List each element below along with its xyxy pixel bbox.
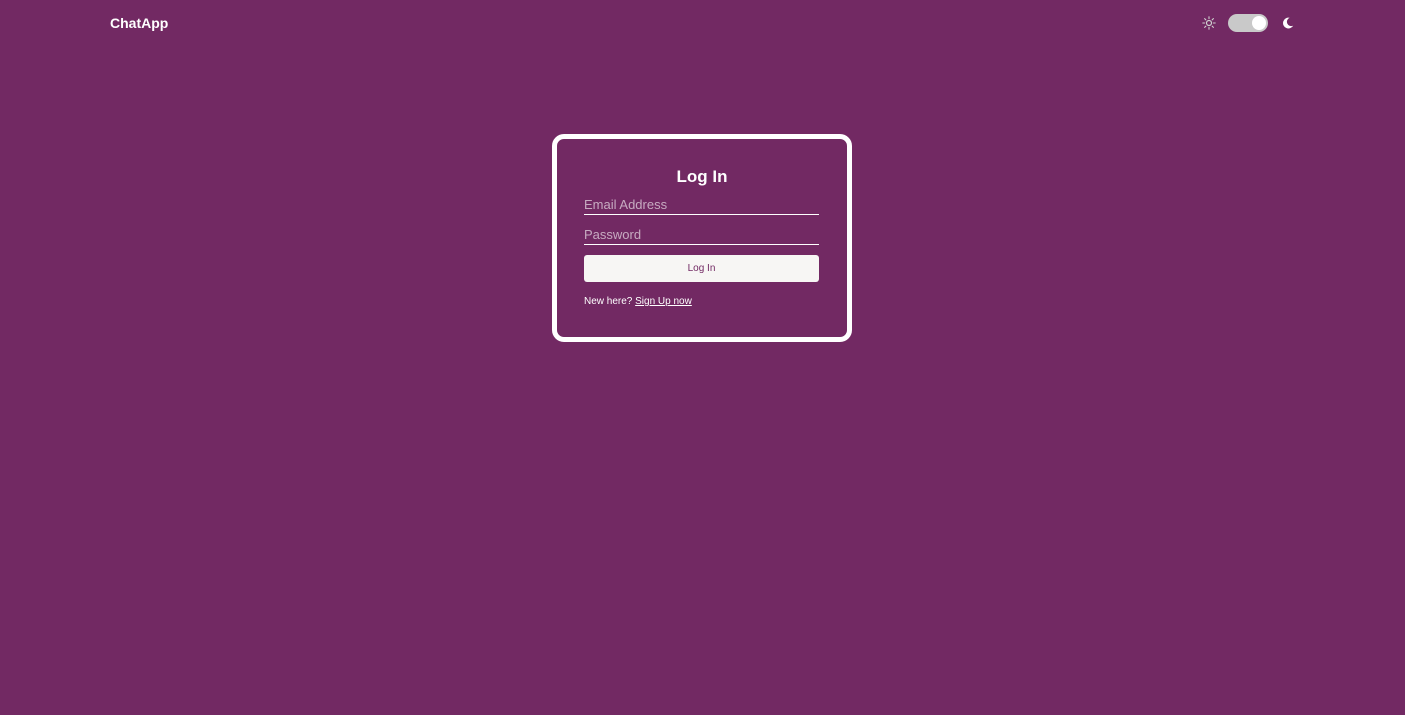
theme-toggle-group — [1198, 11, 1298, 35]
signup-prompt: New here? — [584, 296, 633, 307]
login-button[interactable]: Log In — [584, 255, 819, 282]
sun-icon — [1202, 16, 1216, 30]
login-title: Log In — [676, 167, 728, 186]
password-field[interactable] — [584, 225, 819, 245]
signup-row: New here? Sign Up now — [584, 296, 692, 308]
email-field[interactable] — [584, 195, 819, 215]
theme-toggle-switch[interactable] — [1228, 14, 1268, 32]
signup-link[interactable]: Sign Up now — [635, 296, 692, 307]
app-header: ChatApp — [0, 0, 1405, 46]
theme-toggle-knob — [1252, 16, 1266, 30]
brand-logo[interactable]: ChatApp — [110, 14, 168, 32]
login-card: Log In Log In New here? Sign Up now — [552, 134, 852, 342]
moon-icon — [1282, 16, 1294, 29]
